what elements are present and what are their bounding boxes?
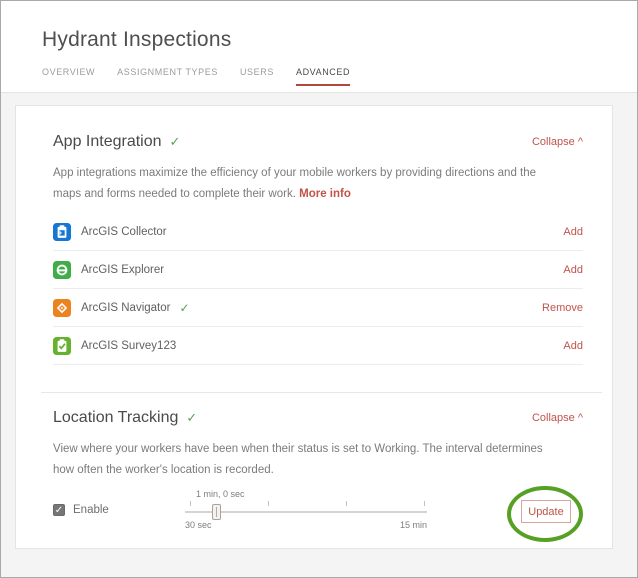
slider-max-label: 15 min (400, 520, 427, 530)
enable-group: ✓ Enable (53, 504, 109, 516)
slider-tick (346, 501, 347, 506)
collector-add-link[interactable]: Add (563, 226, 583, 238)
app-name: ArcGIS Collector (81, 226, 167, 238)
location-tracking-collapse-link[interactable]: Collapse ^ (532, 412, 583, 424)
location-tracking-controls: ✓ Enable 1 min, 0 sec 30 sec 15 min Upda… (53, 486, 583, 548)
page-title: Hydrant Inspections (42, 28, 231, 52)
app-integration-header: App Integration✓ Collapse ^ (53, 133, 583, 151)
app-row-collector: ArcGIS Collector Add (53, 213, 583, 251)
check-icon: ✓ (179, 301, 189, 315)
slider-track[interactable] (185, 511, 427, 513)
app-name: ArcGIS Survey123 (81, 340, 176, 352)
check-icon: ✓ (170, 134, 181, 149)
location-tracking-section: Location Tracking✓ Collapse ^ View where… (53, 409, 583, 548)
app-name: ArcGIS Navigator (81, 302, 170, 314)
navigator-app-icon (53, 299, 71, 317)
interval-slider: 1 min, 0 sec 30 sec 15 min (185, 489, 427, 535)
check-icon: ✓ (186, 410, 197, 425)
survey123-app-icon (53, 337, 71, 355)
location-tracking-description: View where your workers have been when t… (53, 439, 553, 481)
more-info-link[interactable]: More info (299, 188, 351, 200)
app-row-survey123: ArcGIS Survey123 Add (53, 327, 583, 365)
navigator-remove-link[interactable]: Remove (542, 302, 583, 314)
slider-value-label: 1 min, 0 sec (196, 489, 245, 499)
survey123-add-link[interactable]: Add (563, 340, 583, 352)
app-integration-collapse-link[interactable]: Collapse ^ (532, 136, 583, 148)
page-header: Hydrant Inspections OVERVIEW ASSIGNMENT … (1, 1, 637, 93)
collector-app-icon (53, 223, 71, 241)
app-list: ArcGIS Collector Add ArcGIS Explorer Add (53, 213, 583, 365)
explorer-app-icon (53, 261, 71, 279)
app-integration-title: App Integration✓ (53, 133, 180, 151)
slider-min-label: 30 sec (185, 520, 212, 530)
tab-advanced[interactable]: ADVANCED (296, 67, 350, 86)
tab-users[interactable]: USERS (240, 67, 274, 86)
app-row-navigator: ArcGIS Navigator ✓ Remove (53, 289, 583, 327)
update-button[interactable]: Update (521, 500, 571, 523)
enable-label: Enable (73, 504, 109, 516)
section-divider (41, 392, 602, 393)
app-row-explorer: ArcGIS Explorer Add (53, 251, 583, 289)
tab-overview[interactable]: OVERVIEW (42, 67, 95, 86)
location-tracking-title: Location Tracking✓ (53, 409, 197, 427)
tab-bar: OVERVIEW ASSIGNMENT TYPES USERS ADVANCED (42, 67, 350, 86)
app-integration-description: App integrations maximize the efficiency… (53, 163, 553, 205)
update-button-area: Update (507, 486, 583, 542)
location-tracking-header: Location Tracking✓ Collapse ^ (53, 409, 583, 427)
tab-assignment-types[interactable]: ASSIGNMENT TYPES (117, 67, 218, 86)
advanced-settings-card: App Integration✓ Collapse ^ App integrat… (15, 105, 613, 549)
enable-checkbox[interactable]: ✓ (53, 504, 65, 516)
slider-tick (424, 501, 425, 506)
slider-handle[interactable] (212, 504, 221, 520)
slider-tick (190, 501, 191, 506)
workforce-project-page: Hydrant Inspections OVERVIEW ASSIGNMENT … (0, 0, 638, 578)
explorer-add-link[interactable]: Add (563, 264, 583, 276)
slider-tick (268, 501, 269, 506)
app-name: ArcGIS Explorer (81, 264, 164, 276)
